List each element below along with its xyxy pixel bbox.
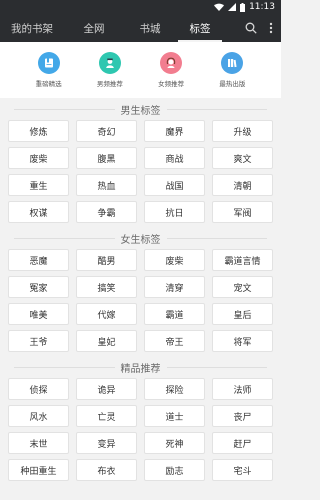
- shortcut-label: 男频推荐: [96, 80, 123, 88]
- tag-button[interactable]: 清朝: [212, 174, 273, 196]
- category-shortcuts: 重磅精选 男频推荐 女频推荐 最热出版: [0, 42, 281, 98]
- tag-button[interactable]: 死神: [144, 432, 205, 454]
- tag-button[interactable]: 腹黑: [76, 147, 137, 169]
- tag-button[interactable]: 道士: [144, 405, 205, 427]
- signal-icon: [228, 3, 237, 11]
- tab-tags[interactable]: 标签: [176, 14, 224, 42]
- tag-button[interactable]: 热血: [76, 174, 137, 196]
- tag-button[interactable]: 宅斗: [212, 459, 273, 481]
- tag-button[interactable]: 王爷: [8, 330, 69, 352]
- tag-button[interactable]: 废柴: [144, 249, 205, 271]
- shortcut-label: 最热出版: [219, 80, 246, 88]
- tag-button[interactable]: 争霸: [76, 201, 137, 223]
- tag-button[interactable]: 霸道言情: [212, 249, 273, 271]
- tag-button[interactable]: 变异: [76, 432, 137, 454]
- tag-button[interactable]: 清穿: [144, 276, 205, 298]
- tag-button[interactable]: 侦探: [8, 378, 69, 400]
- tag-button[interactable]: 风水: [8, 405, 69, 427]
- tag-button[interactable]: 丧尸: [212, 405, 273, 427]
- section-title: 精品推荐: [8, 356, 273, 378]
- tag-button[interactable]: 唯美: [8, 303, 69, 325]
- section-title: 女生标签: [8, 227, 273, 249]
- tag-button[interactable]: 军阀: [212, 201, 273, 223]
- shortcut-male[interactable]: 男频推荐: [83, 52, 137, 88]
- tag-button[interactable]: 赶尸: [212, 432, 273, 454]
- tag-button[interactable]: 搞笑: [76, 276, 137, 298]
- tag-button[interactable]: 诡异: [76, 378, 137, 400]
- shortcut-featured[interactable]: 重磅精选: [22, 52, 76, 88]
- tag-button[interactable]: 探险: [144, 378, 205, 400]
- tag-button[interactable]: 权谋: [8, 201, 69, 223]
- tag-grid: 侦探 诡异 探险 法师 风水 亡灵 道士 丧尸 末世 变异 死神 赶尸 种田重生…: [8, 378, 273, 481]
- top-nav: 我的书架 全网 书城 标签: [0, 14, 281, 42]
- status-time: 11:13: [249, 2, 275, 12]
- tag-button[interactable]: 亡灵: [76, 405, 137, 427]
- tag-button[interactable]: 重生: [8, 174, 69, 196]
- male-reader-icon: [98, 52, 121, 74]
- tag-button[interactable]: 抗日: [144, 201, 205, 223]
- books-icon: [221, 52, 244, 74]
- section-title: 男生标签: [8, 98, 273, 120]
- tag-button[interactable]: 商战: [144, 147, 205, 169]
- tab-bookshelf[interactable]: 我的书架: [0, 14, 64, 42]
- shortcut-label: 重磅精选: [35, 80, 62, 88]
- female-reader-icon: [160, 52, 183, 74]
- tag-button[interactable]: 代嫁: [76, 303, 137, 325]
- tag-button[interactable]: 末世: [8, 432, 69, 454]
- bookmark-book-icon: [37, 52, 60, 74]
- tag-button[interactable]: 修炼: [8, 120, 69, 142]
- search-icon[interactable]: [245, 19, 257, 38]
- tag-button[interactable]: 废柴: [8, 147, 69, 169]
- tag-button[interactable]: 魔界: [144, 120, 205, 142]
- tag-button[interactable]: 布衣: [76, 459, 137, 481]
- section-male-tags: 男生标签 修炼 奇幻 魔界 升级 废柴 腹黑 商战 爽文 重生 热血 战国 清朝…: [0, 98, 281, 223]
- tag-button[interactable]: 酷男: [76, 249, 137, 271]
- tab-bookstore[interactable]: 书城: [124, 14, 176, 42]
- tab-whole-web[interactable]: 全网: [64, 14, 124, 42]
- tag-button[interactable]: 皇妃: [76, 330, 137, 352]
- shortcut-label: 女频推荐: [158, 80, 185, 88]
- shortcut-hot-publications[interactable]: 最热出版: [205, 52, 259, 88]
- tag-button[interactable]: 恶魔: [8, 249, 69, 271]
- tag-button[interactable]: 种田重生: [8, 459, 69, 481]
- tag-button[interactable]: 励志: [144, 459, 205, 481]
- tag-button[interactable]: 奇幻: [76, 120, 137, 142]
- tag-button[interactable]: 爽文: [212, 147, 273, 169]
- more-menu-icon[interactable]: [269, 19, 273, 38]
- tag-button[interactable]: 冤家: [8, 276, 69, 298]
- tag-button[interactable]: 法师: [212, 378, 273, 400]
- battery-icon: [240, 2, 246, 12]
- tag-grid: 修炼 奇幻 魔界 升级 废柴 腹黑 商战 爽文 重生 热血 战国 清朝 权谋 争…: [8, 120, 273, 223]
- tag-button[interactable]: 帝王: [144, 330, 205, 352]
- tag-button[interactable]: 霸道: [144, 303, 205, 325]
- shortcut-female[interactable]: 女频推荐: [144, 52, 198, 88]
- tag-grid: 恶魔 酷男 废柴 霸道言情 冤家 搞笑 清穿 宠文 唯美 代嫁 霸道 皇后 王爷…: [8, 249, 273, 352]
- nav-actions: [245, 19, 281, 38]
- wifi-icon: [214, 3, 225, 11]
- tag-button[interactable]: 战国: [144, 174, 205, 196]
- tag-button[interactable]: 升级: [212, 120, 273, 142]
- tag-button[interactable]: 宠文: [212, 276, 273, 298]
- status-bar: 11:13: [0, 0, 281, 14]
- section-featured-recommendations: 精品推荐 侦探 诡异 探险 法师 风水 亡灵 道士 丧尸 末世 变异 死神 赶尸…: [0, 356, 281, 481]
- tag-button[interactable]: 将军: [212, 330, 273, 352]
- section-female-tags: 女生标签 恶魔 酷男 废柴 霸道言情 冤家 搞笑 清穿 宠文 唯美 代嫁 霸道 …: [0, 227, 281, 352]
- tag-button[interactable]: 皇后: [212, 303, 273, 325]
